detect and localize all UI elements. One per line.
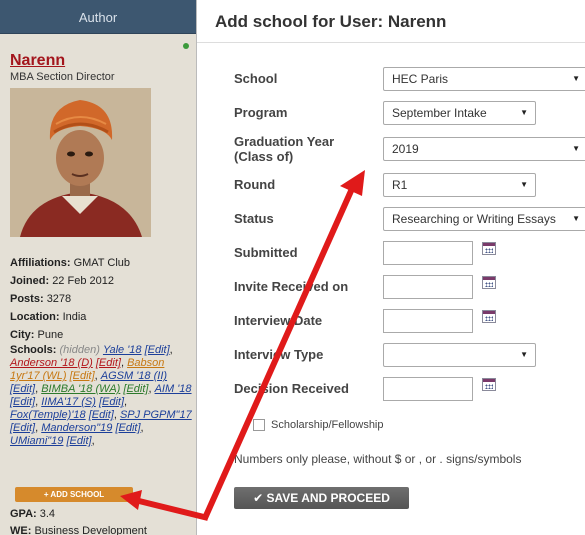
school-link[interactable]: AIM '18	[155, 383, 192, 395]
round-label: Round	[234, 177, 276, 192]
chevron-down-icon: ▼	[572, 214, 580, 223]
school-link[interactable]: Anderson '18 (D)	[10, 357, 93, 369]
author-info: Affiliations: GMAT Club Joined: 22 Feb 2…	[10, 254, 194, 344]
school-links: Yale '18 [Edit], Anderson '18 (D) [Edit]…	[10, 344, 192, 447]
program-label: Program	[234, 105, 288, 120]
invite-received-label: Invite Received on	[234, 279, 349, 294]
scholarship-label: Scholarship/Fellowship	[271, 419, 384, 431]
status-label: Status	[234, 211, 274, 226]
modal-title: Add school for User: Narenn	[215, 12, 447, 31]
online-status-icon	[183, 43, 189, 49]
chevron-down-icon: ▼	[520, 180, 528, 189]
school-edit-link[interactable]: [Edit]	[10, 422, 35, 434]
calendar-icon[interactable]	[482, 378, 496, 391]
round-select[interactable]: R1 ▼	[383, 173, 536, 197]
school-link[interactable]: Fox(Temple)'18	[10, 409, 86, 421]
school-edit-link[interactable]: [Edit]	[96, 357, 121, 369]
author-title: MBA Section Director	[10, 71, 115, 83]
graduation-year-select[interactable]: 2019 ▼	[383, 137, 585, 161]
school-edit-link[interactable]: [Edit]	[145, 344, 170, 356]
calendar-icon[interactable]	[482, 276, 496, 289]
school-label: School	[234, 71, 278, 86]
numbers-note: Numbers only please, without $ or , or .…	[234, 452, 522, 466]
school-link[interactable]: AGSM '18 (II)	[101, 370, 167, 382]
status-select[interactable]: Researching or Writing Essays ▼	[383, 207, 585, 231]
avatar	[10, 88, 151, 237]
gpa-row: GPA: 3.4	[10, 508, 56, 520]
author-name-link[interactable]: Narenn	[10, 52, 65, 70]
chevron-down-icon: ▼	[572, 74, 580, 83]
interview-type-label: Interview Type	[234, 347, 324, 362]
add-school-button[interactable]: + ADD SCHOOL	[15, 487, 133, 502]
program-select[interactable]: September Intake ▼	[383, 101, 536, 125]
graduation-year-label: Graduation Year (Class of)	[234, 134, 335, 164]
school-select[interactable]: HEC Paris ▼	[383, 67, 585, 91]
chevron-down-icon: ▼	[520, 350, 528, 359]
school-link[interactable]: Yale '18	[103, 344, 142, 356]
school-edit-link[interactable]: [Edit]	[99, 396, 124, 408]
joined-row: Joined: 22 Feb 2012	[10, 275, 114, 287]
school-link[interactable]: UMiami"19	[10, 435, 63, 447]
posts-row: Posts: 3278	[10, 293, 72, 305]
decision-received-date-input[interactable]	[383, 377, 473, 401]
affiliations-row: Affiliations: GMAT Club	[10, 257, 131, 269]
school-edit-link[interactable]: [Edit]	[123, 383, 148, 395]
we-row: WE: Business Development	[10, 525, 147, 535]
interview-type-select[interactable]: ▼	[383, 343, 536, 367]
school-edit-link[interactable]: [Edit]	[10, 383, 35, 395]
decision-received-label: Decision Received	[234, 381, 349, 396]
divider	[197, 42, 585, 43]
chevron-down-icon: ▼	[572, 144, 580, 153]
save-and-proceed-button[interactable]: ✔ SAVE AND PROCEED	[234, 487, 409, 509]
calendar-icon[interactable]	[482, 242, 496, 255]
author-panel: Author Narenn MBA Section Director Affil…	[0, 0, 196, 535]
school-edit-link[interactable]: [Edit]	[89, 409, 114, 421]
author-header: Author	[0, 0, 196, 34]
school-link[interactable]: IIMA'17 (S)	[41, 396, 96, 408]
invite-received-date-input[interactable]	[383, 275, 473, 299]
school-edit-link[interactable]: [Edit]	[70, 370, 95, 382]
interview-date-label: Interview Date	[234, 313, 323, 328]
add-school-modal: Add school for User: Narenn School HEC P…	[196, 0, 585, 535]
school-link[interactable]: Manderson"19	[41, 422, 112, 434]
calendar-icon[interactable]	[482, 310, 496, 323]
interview-date-input[interactable]	[383, 309, 473, 333]
chevron-down-icon: ▼	[520, 108, 528, 117]
school-edit-link[interactable]: [Edit]	[115, 422, 140, 434]
submitted-label: Submitted	[234, 245, 298, 260]
scholarship-checkbox[interactable]	[253, 419, 265, 431]
submitted-date-input[interactable]	[383, 241, 473, 265]
schools-list: Schools: (hidden) Yale '18 [Edit], Ander…	[10, 344, 192, 447]
school-edit-link[interactable]: [Edit]	[66, 435, 91, 447]
location-row: Location: India	[10, 311, 87, 323]
school-edit-link[interactable]: [Edit]	[10, 396, 35, 408]
school-link[interactable]: SPJ PGPM"17	[120, 409, 192, 421]
city-row: City: Pune	[10, 329, 64, 341]
school-link[interactable]: BIMBA '18 (WA)	[41, 383, 120, 395]
avatar-portrait-image	[10, 88, 151, 237]
